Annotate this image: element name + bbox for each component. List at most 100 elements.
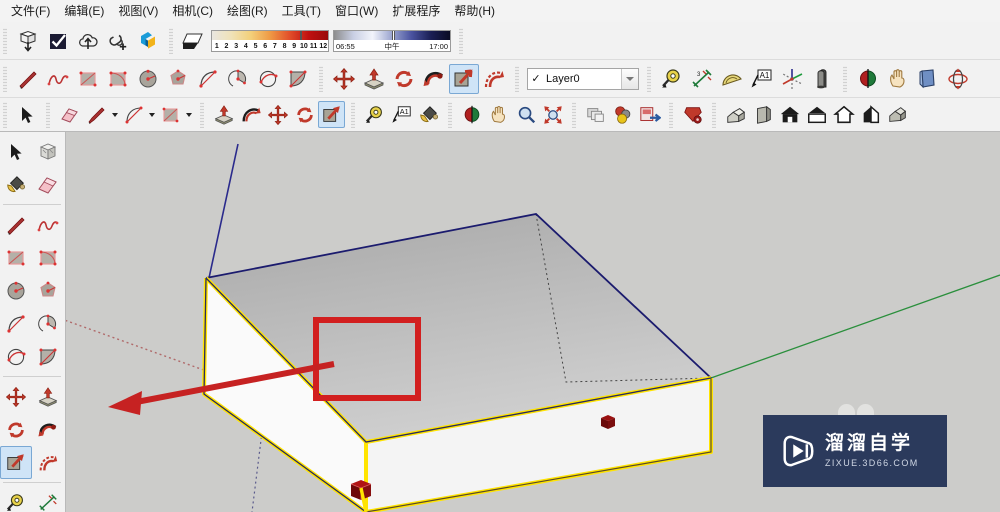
menu-extensions[interactable]: 扩展程序 — [385, 1, 447, 21]
back-view-button[interactable] — [830, 101, 857, 128]
text-tool-button-2[interactable]: A1 — [388, 101, 415, 128]
left-rotate-tool-button[interactable] — [0, 413, 32, 446]
offset-tool-button-2[interactable] — [237, 101, 264, 128]
left-push-pull-tool-button[interactable] — [32, 380, 64, 413]
toolbar-grip-views[interactable] — [712, 101, 716, 128]
menu-file[interactable]: 文件(F) — [4, 1, 57, 21]
left-component-tool-button[interactable] — [32, 135, 64, 168]
left-freehand-tool-button[interactable] — [32, 208, 64, 241]
freehand-tool-button[interactable] — [43, 64, 73, 94]
protractor-tool-button[interactable] — [717, 64, 747, 94]
push-pull-tool-button[interactable] — [359, 64, 389, 94]
left-follow-me-tool-button[interactable] — [32, 413, 64, 446]
pan-tool-button-2[interactable] — [485, 101, 512, 128]
model-check-button[interactable] — [43, 26, 73, 56]
iso-view-button[interactable] — [722, 101, 749, 128]
menu-help[interactable]: 帮助(H) — [447, 1, 502, 21]
section-plane-button[interactable] — [853, 64, 883, 94]
left-rectangle-tool-button[interactable] — [0, 241, 32, 274]
three-point-arc-tool-button[interactable] — [283, 64, 313, 94]
left-rotated-rectangle-button[interactable] — [32, 241, 64, 274]
rotated-rectangle-tool-button[interactable] — [103, 64, 133, 94]
follow-me-tool-button[interactable] — [419, 64, 449, 94]
menu-edit[interactable]: 编辑(E) — [57, 1, 111, 21]
left-arc-tool-button[interactable] — [0, 307, 32, 340]
rotate-tool-button[interactable] — [389, 64, 419, 94]
select-tool-button[interactable] — [13, 101, 40, 128]
toolbar-grip-measure3[interactable] — [351, 101, 355, 128]
toolbar-grip-construction[interactable] — [647, 65, 651, 92]
rotate-tool-button-2[interactable] — [291, 101, 318, 128]
two-point-arc-tool-button[interactable] — [253, 64, 283, 94]
warehouse-button[interactable] — [133, 26, 163, 56]
layer-selector[interactable]: ✓ Layer0 — [527, 67, 639, 90]
left-three-point-arc-button[interactable] — [32, 340, 64, 373]
toolbar-grip-draw[interactable] — [3, 65, 7, 92]
toolbar-grip-draw3[interactable] — [46, 101, 50, 128]
text-tool-button[interactable]: A1 — [747, 64, 777, 94]
left-eraser-button[interactable] — [32, 168, 64, 201]
left-pie-tool-button[interactable] — [32, 307, 64, 340]
page-button[interactable] — [913, 64, 943, 94]
line-tool-button[interactable] — [13, 64, 43, 94]
get-models-button[interactable] — [13, 26, 43, 56]
left-polygon-tool-button[interactable] — [32, 274, 64, 307]
pie-tool-button[interactable] — [223, 64, 253, 94]
left-offset-tool-button[interactable] — [32, 446, 64, 479]
time-slider-handle[interactable] — [392, 30, 395, 40]
house-front-view-button[interactable] — [776, 101, 803, 128]
shadow-time-slider[interactable]: 06:55 中午 17:00 — [333, 29, 451, 52]
menu-draw[interactable]: 绘图(R) — [220, 1, 275, 21]
move-tool-button[interactable] — [329, 64, 359, 94]
tape-measure-tool-button[interactable] — [657, 64, 687, 94]
left-tape-measure-button[interactable] — [0, 486, 32, 512]
offset-tool-button[interactable] — [479, 64, 509, 94]
toolbar-grip-edit3[interactable] — [200, 101, 204, 128]
toolbar-grip-principal[interactable] — [3, 101, 7, 128]
toolbar-grip-scenes[interactable] — [572, 101, 576, 128]
scale-tool-button[interactable] — [449, 63, 479, 94]
scale-tool-button-2[interactable] — [318, 101, 345, 128]
right-view-button[interactable] — [857, 101, 884, 128]
left-dimension-button[interactable] — [32, 486, 64, 512]
orbit-tool-button[interactable] — [943, 64, 973, 94]
toolbar-grip[interactable] — [3, 27, 7, 54]
styles-button[interactable] — [609, 101, 636, 128]
dimension-tool-button[interactable]: 3 — [687, 64, 717, 94]
left-select-tool-button[interactable] — [0, 135, 32, 168]
left-line-tool-button[interactable] — [0, 208, 32, 241]
left-circle-tool-button[interactable] — [0, 274, 32, 307]
toolbar-grip-shadows[interactable] — [169, 27, 173, 54]
toolbar-grip-end1[interactable] — [459, 27, 463, 54]
zoom-extents-button[interactable] — [539, 101, 566, 128]
zoom-tool-button[interactable] — [512, 101, 539, 128]
chevron-down-icon[interactable] — [621, 68, 638, 89]
menu-tools[interactable]: 工具(T) — [275, 1, 328, 21]
arc-tool-button[interactable] — [193, 64, 223, 94]
rectangle-dropdown-caret[interactable] — [184, 101, 194, 129]
shadow-toggle-button[interactable] — [179, 26, 209, 56]
toolbar-grip-ruby[interactable] — [669, 101, 673, 128]
rectangle-tool-button[interactable] — [73, 64, 103, 94]
toolbar-grip-modify[interactable] — [319, 65, 323, 92]
three-d-text-tool-button[interactable] — [807, 64, 837, 94]
left-scale-tool-button[interactable] — [0, 446, 32, 479]
toolbar-grip-layer[interactable] — [515, 65, 519, 92]
menu-window[interactable]: 窗口(W) — [328, 1, 385, 21]
menu-view[interactable]: 视图(V) — [111, 1, 165, 21]
month-slider-handle[interactable] — [300, 30, 302, 40]
polygon-tool-button[interactable] — [163, 64, 193, 94]
front-view-button[interactable] — [749, 101, 776, 128]
menu-camera[interactable]: 相机(C) — [165, 1, 220, 21]
circle-tool-button[interactable] — [133, 64, 163, 94]
toolbar-grip-nav3[interactable] — [448, 101, 452, 128]
left-paint-bucket-button[interactable] — [0, 168, 32, 201]
ruby-console-button[interactable] — [679, 101, 706, 128]
arc-dropdown-caret[interactable] — [147, 101, 157, 129]
toolbar-grip-camera[interactable] — [843, 65, 847, 92]
share-model-button[interactable] — [73, 26, 103, 56]
pencil-tool-button[interactable] — [83, 101, 110, 128]
axes-tool-button[interactable] — [777, 64, 807, 94]
pan-tool-button[interactable] — [883, 64, 913, 94]
add-link-button[interactable] — [103, 26, 133, 56]
